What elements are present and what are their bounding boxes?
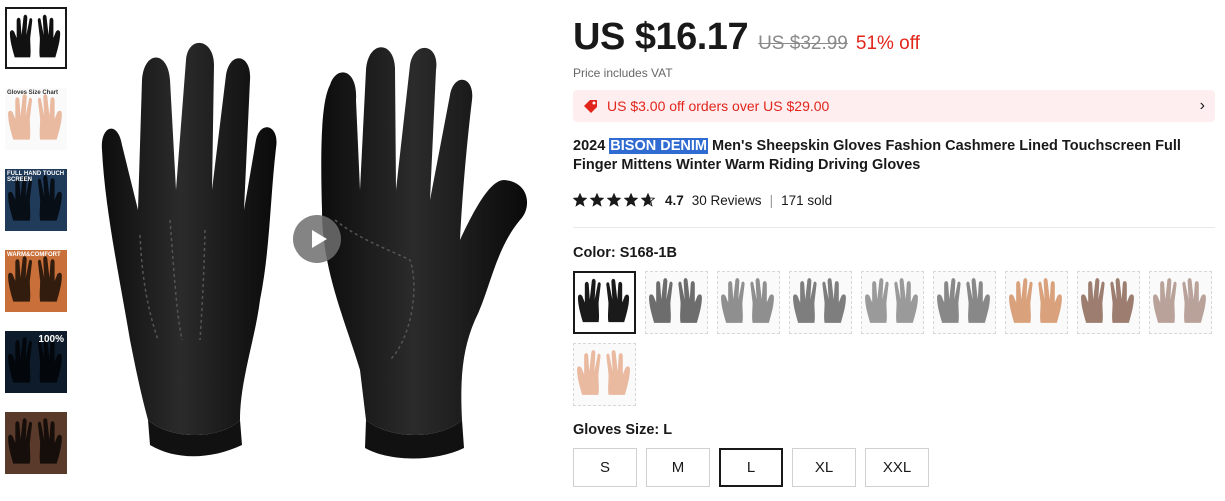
color-swatches [573,271,1223,406]
size-option-xxl[interactable]: XXL [865,448,929,487]
divider [573,227,1215,228]
product-title: 2024 BISON DENIM Men's Sheepskin Gloves … [573,137,1215,175]
thumb-black-gloves[interactable] [5,7,67,69]
color-swatch[interactable] [1005,271,1068,334]
price-row: US $16.17 US $32.99 51% off [573,16,1215,64]
original-price: US $32.99 [758,33,848,54]
thumb-model[interactable] [5,412,67,474]
product-info: US $16.17 US $32.99 51% off Price includ… [573,16,1215,487]
vat-note: Price includes VAT [573,66,673,80]
separator: | [769,192,774,208]
color-swatch[interactable] [573,271,636,334]
thumb-size-chart[interactable]: Gloves Size Chart [5,88,67,150]
size-label: Gloves Size: L [573,422,673,438]
star-icon [573,193,587,207]
coupon-text: US $3.00 off orders over US $29.00 [607,98,830,114]
thumbnail-gallery: Gloves Size Chart FULL HAND TOUCH SCREEN… [5,7,69,493]
title-prefix: 2024 [573,138,610,154]
thumbnail-caption: Gloves Size Chart [7,90,59,96]
size-option-s[interactable]: S [573,448,637,487]
color-swatch[interactable] [861,271,924,334]
size-options: S M L XL XXL [573,448,1215,487]
color-swatch[interactable] [933,271,996,334]
sold-count: 171 sold [781,192,833,208]
size-option-xl[interactable]: XL [792,448,856,487]
thumb-warm-comfort[interactable]: WARM&COMFORT [5,250,67,312]
color-label: Color: S168-1B [573,245,677,261]
rating-value: 4.7 [665,192,684,208]
star-icon [590,193,604,207]
current-price: US $16.17 [573,16,749,58]
star-icon [641,193,655,207]
thumb-touchscreen[interactable]: FULL HAND TOUCH SCREEN [5,169,67,231]
color-swatch[interactable] [645,271,708,334]
reviews-link[interactable]: 30 Reviews [692,193,762,208]
thumbnail-caption: 100% [38,334,64,345]
play-video-button[interactable] [293,215,341,263]
star-icon [624,193,638,207]
discount-badge: 51% off [855,33,920,54]
size-option-l[interactable]: L [719,448,783,487]
chevron-right-icon: › [1199,97,1205,114]
coupon-tag-icon [584,100,597,113]
title-brand-highlight: BISON DENIM [609,138,708,154]
coupon-banner[interactable]: US $3.00 off orders over US $29.00 › [573,90,1215,122]
color-swatch[interactable] [789,271,852,334]
rating-row: 4.7 30 Reviews | 171 sold [573,191,1215,209]
color-swatch[interactable] [1077,271,1140,334]
color-swatch[interactable] [717,271,780,334]
thumbnail-caption: WARM&COMFORT [7,252,61,258]
color-swatch[interactable] [1149,271,1212,334]
star-icon [607,193,621,207]
thumbnail-caption: FULL HAND TOUCH SCREEN [7,171,65,183]
thumb-waterproof[interactable]: 100% [5,331,67,393]
star-rating [573,193,655,207]
size-option-m[interactable]: M [646,448,710,487]
color-swatch[interactable] [573,343,636,406]
